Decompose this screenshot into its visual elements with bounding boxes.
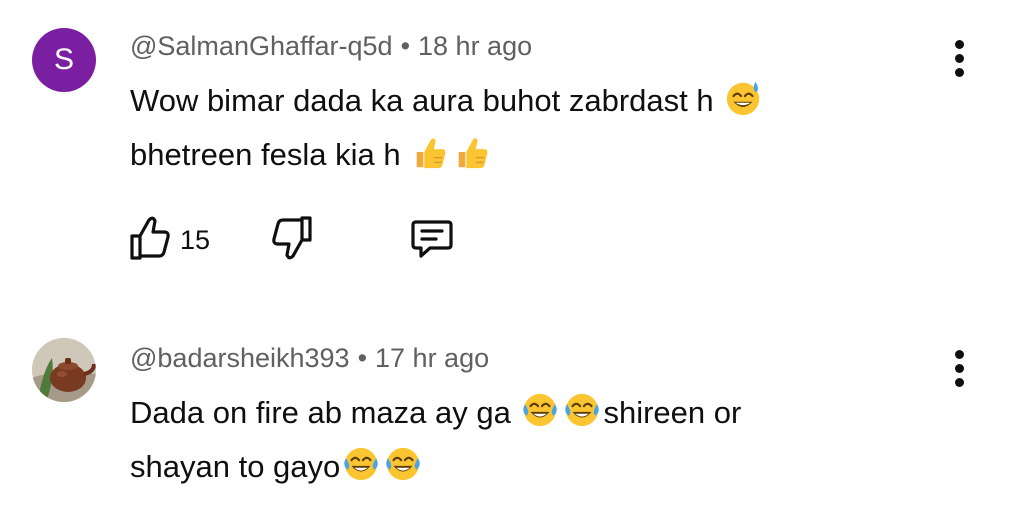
comment-text-line2: shayan to gayo	[130, 449, 341, 484]
like-button[interactable]: 15	[128, 212, 210, 269]
avatar-letter: S	[53, 43, 74, 76]
avatar[interactable]: S	[32, 28, 96, 92]
like-count: 15	[180, 225, 211, 255]
dot-icon	[955, 350, 964, 359]
dot-icon	[955, 364, 964, 373]
meta-separator: •	[400, 31, 411, 61]
face-with-tears-of-joy-icon	[342, 445, 380, 483]
author-name[interactable]: @SalmanGhaffar-q5d	[130, 31, 393, 61]
reply-button[interactable]	[408, 212, 456, 269]
comment-meta: @SalmanGhaffar-q5d • 18 hr ago	[130, 31, 532, 62]
thumbs-up-icon	[411, 133, 449, 171]
face-with-tears-of-joy-icon	[521, 391, 559, 429]
more-options-button[interactable]	[946, 346, 974, 392]
dot-icon	[955, 378, 964, 387]
more-options-button[interactable]	[946, 36, 974, 82]
comment-text-line1: Wow bimar dada ka aura buhot zabrdast h	[130, 83, 714, 118]
avatar-image	[32, 338, 96, 402]
comment-text-line1-a: Dada on fire ab maza ay ga	[130, 395, 511, 430]
grinning-face-with-sweat-icon	[724, 79, 762, 117]
thumb-up-icon	[130, 216, 170, 260]
comment-meta: @badarsheikh393 • 17 hr ago	[130, 343, 489, 374]
comment-text-line2: bhetreen fesla kia h	[130, 137, 401, 172]
comment-text-line1-b: shireen or	[603, 395, 742, 430]
avatar[interactable]	[32, 338, 96, 402]
comment-text: Dada on fire ab maza ay ga shireen or sh…	[130, 386, 910, 494]
face-with-tears-of-joy-icon	[563, 391, 601, 429]
author-name[interactable]: @badarsheikh393	[130, 343, 350, 373]
timestamp[interactable]: 17 hr ago	[375, 343, 489, 373]
thumb-down-icon	[272, 216, 312, 260]
comment-text: Wow bimar dada ka aura buhot zabrdast h …	[130, 74, 910, 182]
dot-icon	[955, 40, 964, 49]
meta-separator: •	[357, 343, 368, 373]
thumbs-up-icon	[453, 133, 491, 171]
timestamp[interactable]: 18 hr ago	[418, 31, 532, 61]
dislike-button[interactable]	[270, 212, 316, 269]
dot-icon	[955, 54, 964, 63]
comment-icon	[411, 220, 453, 258]
face-with-tears-of-joy-icon	[384, 445, 422, 483]
dot-icon	[955, 68, 964, 77]
